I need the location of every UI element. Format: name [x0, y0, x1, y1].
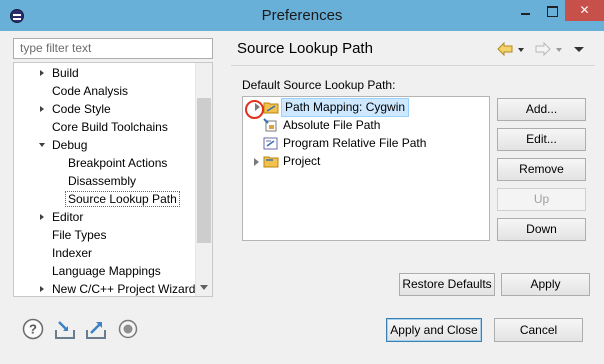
tree-item-core-build-toolchains[interactable]: Core Build Toolchains — [52, 118, 168, 136]
expand-arrow-icon[interactable] — [40, 214, 44, 220]
path-mapping-icon — [263, 100, 279, 114]
expand-arrow-icon[interactable] — [40, 70, 44, 76]
expand-arrow-icon[interactable] — [254, 158, 259, 166]
tree-item-code-analysis[interactable]: Code Analysis — [52, 82, 128, 100]
collapse-arrow-icon[interactable] — [39, 143, 45, 147]
filter-field[interactable] — [13, 38, 213, 59]
tree-item-editor[interactable]: Editor — [40, 208, 83, 226]
chevron-down-icon — [556, 48, 562, 52]
tree-item-indexer[interactable]: Indexer — [52, 244, 92, 262]
add-button[interactable]: Add... — [497, 98, 586, 121]
program-relative-icon — [263, 136, 279, 150]
tree-item-code-style[interactable]: Code Style — [40, 100, 111, 118]
tree-item-debug[interactable]: Debug — [39, 136, 87, 154]
tree-item-language-mappings[interactable]: Language Mappings — [52, 262, 161, 280]
tree-item-new-project-wizard[interactable]: New C/C++ Project Wizard — [40, 280, 195, 296]
expand-arrow-icon[interactable] — [40, 286, 44, 292]
close-button[interactable]: ✕ — [565, 0, 604, 21]
back-history-dropdown[interactable] — [518, 42, 526, 58]
up-button[interactable]: Up — [497, 188, 586, 211]
tree-item-source-lookup-path[interactable]: Source Lookup Path — [65, 190, 180, 208]
forward-history-dropdown[interactable] — [556, 42, 564, 58]
restore-defaults-button[interactable]: Restore Defaults — [399, 273, 495, 296]
remove-button[interactable]: Remove — [497, 158, 586, 181]
import-icon[interactable] — [54, 318, 76, 340]
view-menu-button[interactable] — [574, 42, 586, 58]
menu-triangle-icon — [574, 47, 584, 52]
help-icon[interactable]: ? — [22, 318, 44, 340]
folder-icon — [263, 154, 279, 168]
scrollbar-thumb[interactable] — [197, 98, 211, 243]
cancel-button[interactable]: Cancel — [494, 318, 583, 342]
minimize-button[interactable] — [513, 0, 539, 21]
source-lookup-label: Default Source Lookup Path: — [242, 78, 396, 92]
tree-item-disassembly[interactable]: Disassembly — [68, 172, 136, 190]
source-lookup-list[interactable]: Path Mapping: Cygwin Absolute File Path … — [242, 96, 490, 241]
tree-item-build[interactable]: Build — [40, 64, 79, 82]
tree-item-breakpoint-actions[interactable]: Breakpoint Actions — [68, 154, 167, 172]
tree-scrollbar[interactable] — [195, 63, 212, 296]
scroll-down-icon[interactable] — [200, 285, 208, 290]
header-divider — [231, 65, 595, 66]
record-icon[interactable] — [117, 318, 139, 340]
preference-tree[interactable]: Build Code Analysis Code Style Core Buil… — [13, 62, 213, 297]
apply-button[interactable]: Apply — [501, 273, 590, 296]
back-arrow-icon[interactable] — [497, 41, 513, 58]
apply-and-close-button[interactable]: Apply and Close — [386, 318, 482, 342]
expand-arrow-icon[interactable] — [40, 106, 44, 112]
edit-button[interactable]: Edit... — [497, 128, 586, 151]
page-title: Source Lookup Path — [237, 40, 373, 57]
title-bar: Preferences ✕ — [0, 0, 604, 31]
maximize-button[interactable] — [539, 0, 565, 21]
forward-arrow-icon[interactable] — [535, 41, 551, 58]
annotation-circle — [245, 100, 264, 119]
export-icon[interactable] — [85, 318, 107, 340]
absolute-path-icon — [263, 118, 279, 132]
filter-input[interactable] — [20, 41, 206, 55]
svg-text:?: ? — [29, 322, 37, 337]
tree-item-file-types[interactable]: File Types — [52, 226, 106, 244]
chevron-down-icon — [518, 48, 524, 52]
down-button[interactable]: Down — [497, 218, 586, 241]
